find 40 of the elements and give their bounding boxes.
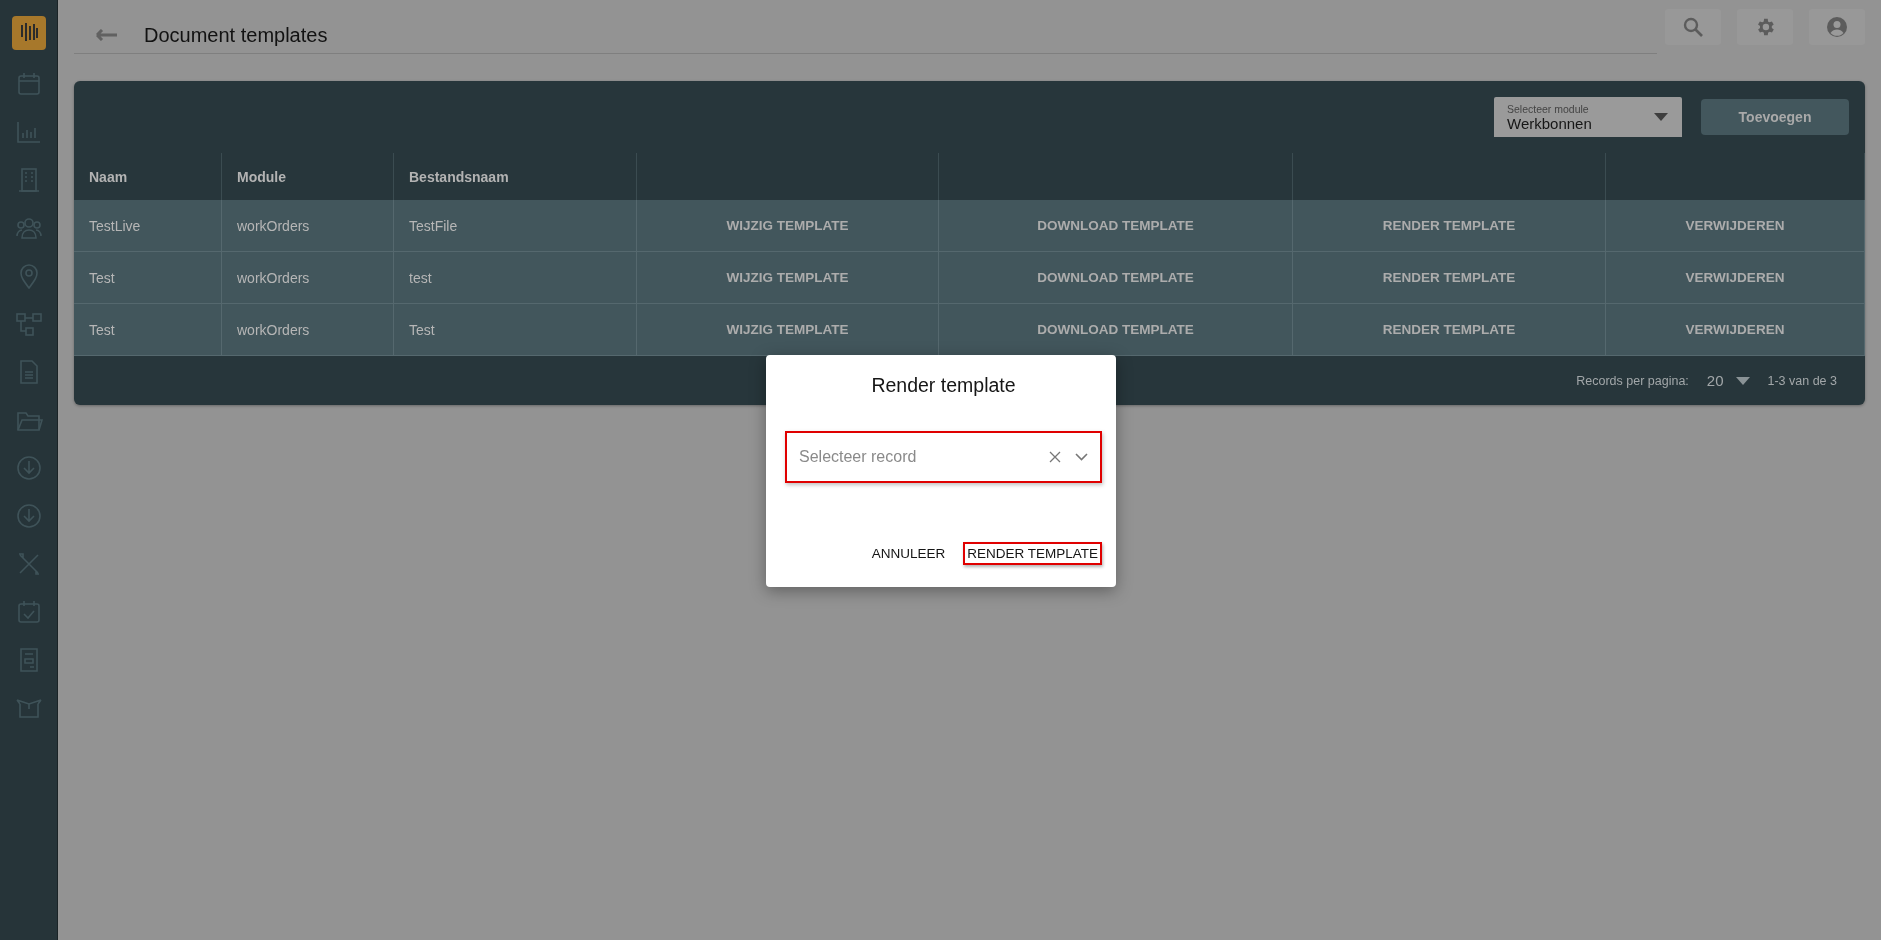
page-range: 1-3 van de 3 (1767, 373, 1837, 388)
table-cell: test (394, 252, 637, 304)
dropdown-caret-icon (1735, 376, 1750, 385)
download-icon[interactable] (14, 454, 43, 482)
action-button[interactable]: WIJZIG TEMPLATE (720, 214, 855, 237)
table-cell: workOrders (222, 200, 394, 252)
action-button[interactable]: WIJZIG TEMPLATE (720, 266, 855, 289)
table-cell: Test (74, 252, 222, 304)
rows-per-page-label: Records per pagina: (1576, 373, 1689, 388)
dropdown-caret-icon (1654, 113, 1668, 121)
module-select[interactable]: Selecteer module Werkbonnen (1494, 97, 1682, 137)
download-icon[interactable] (14, 502, 43, 530)
action-button[interactable]: VERWIJDEREN (1679, 318, 1791, 341)
action-button[interactable]: VERWIJDEREN (1679, 214, 1791, 237)
table-cell: workOrders (222, 304, 394, 356)
dialog-button[interactable]: ANNULEER (867, 542, 950, 565)
search-button[interactable] (1665, 9, 1721, 45)
add-button[interactable]: Toevoegen (1701, 99, 1849, 135)
per-page-select[interactable]: 20 (1706, 372, 1750, 389)
logo-icon[interactable] (11, 16, 46, 50)
back-arrow-icon[interactable] (96, 29, 118, 41)
action-button[interactable]: VERWIJDEREN (1679, 266, 1791, 289)
clear-icon[interactable] (1049, 451, 1061, 463)
page-title: Document templates (144, 23, 328, 47)
table-cell: Test (74, 304, 222, 356)
search-icon (1682, 16, 1704, 38)
record-input[interactable]: Selecteer record (797, 447, 1035, 467)
settings-button[interactable] (1737, 9, 1793, 45)
action-button[interactable]: WIJZIG TEMPLATE (720, 318, 855, 341)
table-cell: workOrders (222, 252, 394, 304)
flow-icon[interactable] (14, 310, 43, 338)
table-cell: Test (394, 304, 637, 356)
table-cell: TestFile (394, 200, 637, 252)
account-icon (1825, 15, 1849, 39)
dialog-title: Render template (870, 374, 1017, 397)
dialog-button[interactable]: RENDER TEMPLATE (963, 542, 1102, 565)
account-button[interactable] (1809, 9, 1865, 45)
table-cell: TestLive (74, 200, 222, 252)
chevron-down-icon[interactable] (1075, 453, 1088, 461)
record-select-field[interactable]: Selecteer record (785, 431, 1102, 483)
